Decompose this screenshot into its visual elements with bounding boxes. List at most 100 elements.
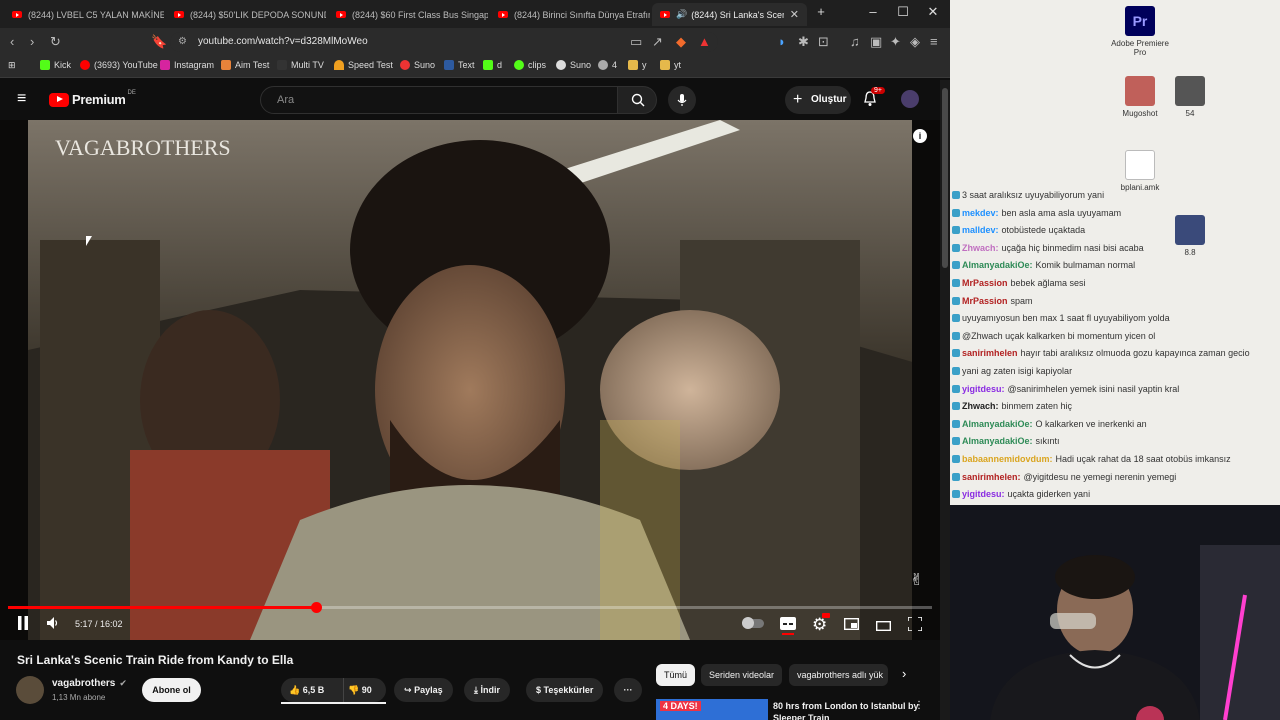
chat-username[interactable]: malldev: xyxy=(962,225,999,235)
tab-3[interactable]: (8244) $60 First Class Bus Singapore xyxy=(328,3,488,26)
bookmark-youtube[interactable]: (3693) YouTube xyxy=(80,60,158,70)
chat-username[interactable]: AlmanyadakiOe: xyxy=(962,419,1033,429)
chat-username[interactable]: MrPassion xyxy=(962,296,1008,306)
tab-4[interactable]: (8244) Birinci Sınıfta Dünya Etrafında xyxy=(490,3,650,26)
chat-username[interactable]: yigitdesu: xyxy=(962,384,1005,394)
progress-bar[interactable] xyxy=(8,602,932,613)
video-title: Sri Lanka's Scenic Train Ride from Kandy… xyxy=(17,653,294,667)
miniplayer-button[interactable] xyxy=(843,617,860,633)
reload-icon[interactable]: ↻ xyxy=(50,34,61,50)
new-tab-button[interactable]: + xyxy=(806,4,836,19)
fullscreen-button[interactable] xyxy=(907,616,923,634)
pause-button[interactable] xyxy=(17,616,29,633)
page-scrollbar[interactable] xyxy=(940,80,950,720)
search-button[interactable] xyxy=(617,86,657,114)
chat-text: uçağa hiç binmedim nasi bisi acaba xyxy=(1001,242,1144,253)
autoplay-toggle[interactable] xyxy=(742,617,764,629)
tab-1[interactable]: (8244) LVBEL C5 YALAN MAKİNESİ xyxy=(4,3,164,26)
thanks-button[interactable]: $ Teşekkürler xyxy=(526,678,604,702)
tab-strip: (8244) LVBEL C5 YALAN MAKİNESİ (8244) $5… xyxy=(0,0,950,28)
bookmark-folder-yt[interactable]: yt xyxy=(660,60,681,70)
chat-username[interactable]: Zhwach: xyxy=(962,401,999,411)
bookmark-suno[interactable]: Suno xyxy=(400,60,435,70)
info-icon[interactable]: i xyxy=(913,129,927,143)
brave-shield-icon[interactable]: ◆ xyxy=(676,34,686,50)
bookmark-kick[interactable]: Kick xyxy=(40,60,71,70)
chat-username[interactable]: MrPassion xyxy=(962,278,1008,288)
settings-button[interactable]: ⚙ xyxy=(812,613,830,635)
scrollbar-thumb[interactable] xyxy=(942,88,948,268)
brave-rewards-icon[interactable]: ▲ xyxy=(698,34,711,49)
hamburger-menu-icon[interactable]: ≡ xyxy=(17,90,26,108)
maximize-button[interactable]: ☐ xyxy=(888,4,918,20)
chat-username[interactable]: sanirimhelen xyxy=(962,348,1018,358)
chips-next-icon[interactable]: › xyxy=(902,666,906,681)
wallet-icon[interactable]: ▣ xyxy=(870,34,882,50)
desktop-icon-bplani[interactable]: bplani.amk xyxy=(1110,150,1170,192)
search-input[interactable]: Ara xyxy=(260,86,618,114)
close-tab-icon[interactable]: ✕ xyxy=(790,8,799,21)
volume-button[interactable] xyxy=(47,616,59,632)
voice-search-button[interactable] xyxy=(668,86,696,114)
bookmark-icon[interactable]: 🔖 xyxy=(151,34,167,50)
extensions-icon[interactable]: ✱ xyxy=(798,34,809,50)
download-button[interactable]: ⤓ İndir xyxy=(464,678,510,702)
more-actions-button[interactable]: ··· xyxy=(614,678,642,702)
channel-name[interactable]: vagabrothers ✔ xyxy=(52,678,127,689)
bookmark-aim-test[interactable]: Aim Test xyxy=(221,60,269,70)
bookmark-multi-tv[interactable]: Multi TV xyxy=(277,60,324,70)
bookmark-4[interactable]: 4 xyxy=(598,60,617,70)
chip-channel[interactable]: vagabrothers adlı yük xyxy=(789,664,888,686)
forward-icon[interactable]: › xyxy=(30,34,34,49)
chat-username[interactable]: AlmanyadakiOe: xyxy=(962,436,1033,446)
leo-icon[interactable]: ✦ xyxy=(890,34,901,50)
minimize-button[interactable]: – xyxy=(858,4,888,19)
bookmark-suno-2[interactable]: Suno xyxy=(556,60,591,70)
media-icon[interactable]: ♫ xyxy=(850,34,860,49)
menu-icon[interactable]: ≡ xyxy=(930,34,938,49)
apps-icon[interactable]: ⊞ xyxy=(8,60,16,71)
desktop-icon-54[interactable]: 54 xyxy=(1160,76,1220,118)
subtitles-button[interactable] xyxy=(780,617,796,635)
chat-username[interactable]: Zhwach: xyxy=(962,243,999,253)
chip-series[interactable]: Seriden videolar xyxy=(701,664,783,686)
site-settings-icon[interactable]: ⚙ xyxy=(178,32,187,52)
translate-icon[interactable]: ◗ xyxy=(778,34,786,49)
window-close-button[interactable]: ✕ xyxy=(918,4,948,20)
like-button[interactable]: 👍 6,5 B xyxy=(281,678,341,702)
vpn-icon[interactable]: ◈ xyxy=(910,34,920,50)
channel-avatar[interactable] xyxy=(16,676,44,704)
back-icon[interactable]: ‹ xyxy=(10,34,14,49)
share-button[interactable]: ↪ Paylaş xyxy=(394,678,453,702)
chat-username[interactable]: mekdev: xyxy=(962,208,999,218)
account-avatar[interactable] xyxy=(901,90,919,108)
desktop-icon-premiere[interactable]: Pr Adobe Premiere Pro xyxy=(1110,6,1170,57)
dislike-button[interactable]: 👎 90 xyxy=(343,678,386,702)
chat-username[interactable]: babaannemidovdum: xyxy=(962,454,1053,464)
tab-active[interactable]: 🔊(8244) Sri Lanka's Scenic Trai✕ xyxy=(652,3,807,26)
theater-mode-button[interactable] xyxy=(875,618,892,634)
tab-2[interactable]: (8244) $50'LIK DEPODA SONUNDA xyxy=(166,3,326,26)
chat-username[interactable]: sanirimhelen: xyxy=(962,472,1021,482)
screenshot-icon[interactable]: ⊡ xyxy=(818,34,829,50)
chat-username[interactable]: yigitdesu: xyxy=(962,489,1005,499)
recommendation-title[interactable]: 80 hrs from London to Istanbul by Sleepe… xyxy=(773,700,923,720)
chat-username[interactable]: AlmanyadakiOe: xyxy=(962,260,1033,270)
bookmark-clips[interactable]: clips xyxy=(514,60,546,70)
bookmark-instagram[interactable]: Instagram xyxy=(160,60,214,70)
create-button[interactable]: + Oluştur xyxy=(785,86,851,114)
chip-all[interactable]: Tümü xyxy=(656,664,696,686)
recommendation-menu-icon[interactable]: ⋮ xyxy=(914,700,924,711)
recommendation-thumbnail[interactable]: 4 DAYS! xyxy=(656,699,768,720)
notifications-button[interactable]: 9+ xyxy=(863,87,885,112)
bookmark-folder-y[interactable]: y xyxy=(628,60,647,70)
bookmark-text[interactable]: Text xyxy=(444,60,475,70)
video-player[interactable]: VAGABROTHERS i ✌ 5:17 / 16:02 ⚙ xyxy=(0,120,940,640)
youtube-logo[interactable]: Premium DE xyxy=(49,90,136,107)
chat-message: mekdev: ben asla ama asla uyuyamam xyxy=(952,208,1121,218)
bookmark-speed-test[interactable]: Speed Test xyxy=(334,60,393,70)
cast-icon[interactable]: ▭ xyxy=(630,34,642,50)
share-icon[interactable]: ↗ xyxy=(652,34,663,50)
bookmark-d[interactable]: d xyxy=(483,60,502,70)
subscribe-button[interactable]: Abone ol xyxy=(142,678,201,702)
